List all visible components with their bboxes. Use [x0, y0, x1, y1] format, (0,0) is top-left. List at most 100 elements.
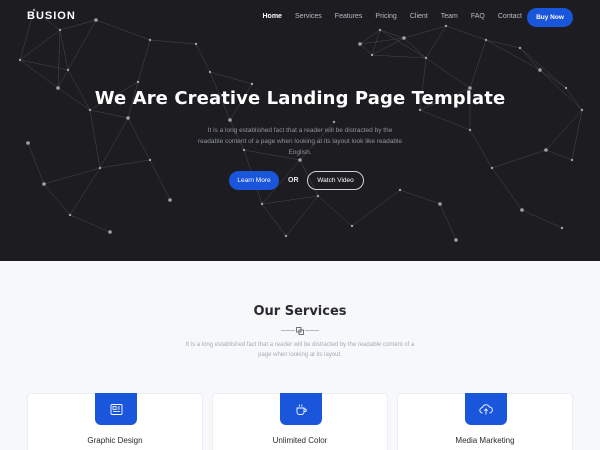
network-link: [27, 142, 45, 185]
section-divider: [0, 327, 600, 335]
network-node: [208, 70, 212, 74]
network-link: [127, 117, 151, 161]
network-link: [285, 195, 319, 237]
hero-title: We Are Creative Landing Page Template: [94, 88, 506, 109]
nav-item-services[interactable]: Services: [295, 13, 322, 20]
network-node: [26, 141, 30, 145]
service-card-unlimited-color[interactable]: Unlimited Color: [212, 393, 388, 450]
network-link: [469, 129, 493, 169]
service-card-label: Unlimited Color: [272, 436, 328, 445]
network-link: [485, 39, 541, 71]
service-icon-badge: [95, 393, 137, 425]
network-node: [88, 108, 92, 112]
network-node: [168, 198, 172, 202]
service-card-media-marketing[interactable]: Media Marketing: [397, 393, 573, 450]
network-link: [149, 39, 197, 45]
network-link: [89, 109, 101, 169]
network-node: [490, 166, 494, 170]
network-node: [358, 42, 362, 46]
network-link: [399, 189, 441, 205]
service-card-label: Media Marketing: [455, 436, 515, 445]
network-node: [136, 80, 140, 84]
network-link: [209, 71, 253, 85]
watch-video-button[interactable]: Watch Video: [307, 171, 364, 190]
network-node: [42, 182, 46, 186]
network-node: [350, 224, 354, 228]
network-link: [491, 149, 547, 169]
network-node: [402, 36, 406, 40]
nav-item-contact[interactable]: Contact: [498, 13, 522, 20]
nav-menu: Home Services Features Pricing Client Te…: [263, 13, 523, 20]
learn-more-button[interactable]: Learn More: [229, 171, 279, 190]
nav-item-features[interactable]: Features: [335, 13, 363, 20]
brand-logo[interactable]: BUSION: [27, 10, 76, 22]
service-card-label: Graphic Design: [87, 436, 143, 445]
or-separator: OR: [288, 177, 299, 184]
nav-item-client[interactable]: Client: [410, 13, 428, 20]
hero-section: BUSION Home Services Features Pricing Cl…: [0, 0, 600, 261]
network-node: [570, 158, 574, 162]
network-link: [491, 167, 523, 211]
network-node: [438, 202, 442, 206]
network-node: [98, 166, 102, 170]
network-link: [57, 69, 69, 89]
network-link: [439, 203, 457, 241]
network-link: [485, 39, 521, 49]
network-node: [398, 188, 402, 192]
divider-line-left: [281, 330, 295, 331]
buy-now-button[interactable]: Buy Now: [527, 8, 573, 27]
nav-item-home[interactable]: Home: [263, 13, 282, 20]
divider-line-right: [305, 330, 319, 331]
network-node: [332, 120, 336, 124]
hero-description: It is a long established fact that a rea…: [197, 127, 403, 156]
network-node: [108, 230, 112, 234]
network-node: [284, 234, 288, 238]
network-node: [126, 116, 130, 120]
network-node: [520, 208, 524, 212]
network-link: [99, 117, 129, 169]
services-title: Our Services: [253, 304, 347, 319]
network-link: [359, 43, 373, 56]
network-link: [261, 195, 319, 205]
network-link: [149, 159, 171, 201]
network-node: [18, 58, 22, 62]
network-link: [545, 149, 573, 161]
network-link: [359, 37, 405, 45]
network-node: [148, 158, 152, 162]
network-link: [519, 47, 567, 89]
network-link: [43, 183, 71, 216]
network-node: [194, 42, 198, 46]
nav-item-faq[interactable]: FAQ: [471, 13, 485, 20]
network-link: [351, 189, 401, 227]
network-node: [148, 38, 152, 42]
network-node: [260, 202, 264, 206]
network-link: [521, 209, 563, 229]
network-node: [316, 194, 320, 198]
network-node: [228, 118, 232, 122]
network-link: [19, 29, 61, 61]
service-card-graphic-design[interactable]: Graphic Design: [27, 393, 203, 450]
network-link: [519, 47, 541, 71]
network-link: [195, 43, 211, 73]
network-link: [57, 29, 61, 89]
network-node: [580, 108, 584, 112]
network-node: [424, 56, 428, 60]
coffee-cup-icon: [296, 403, 307, 415]
network-node: [370, 53, 374, 57]
nav-item-pricing[interactable]: Pricing: [375, 13, 396, 20]
network-node: [518, 46, 522, 50]
network-node: [538, 68, 542, 72]
network-link: [261, 203, 287, 237]
network-link: [371, 54, 427, 59]
network-link: [317, 195, 353, 227]
network-link: [379, 29, 427, 59]
service-icon-badge: [280, 393, 322, 425]
top-navigation: BUSION Home Services Features Pricing Cl…: [0, 0, 600, 34]
nav-item-team[interactable]: Team: [441, 13, 458, 20]
network-link: [571, 109, 583, 161]
network-link: [69, 214, 111, 233]
network-node: [418, 108, 422, 112]
network-node: [250, 82, 254, 86]
network-link: [137, 39, 151, 83]
network-node: [484, 38, 488, 42]
